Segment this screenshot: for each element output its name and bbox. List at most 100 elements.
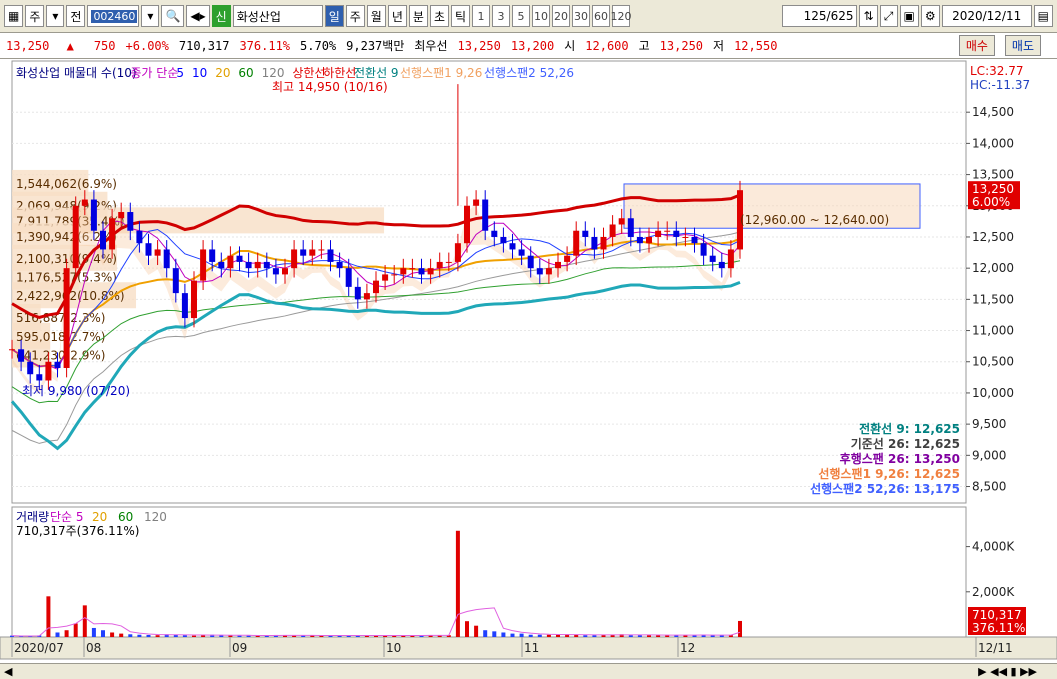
volume-bar — [64, 630, 69, 637]
interval-120[interactable]: 120 — [611, 5, 632, 27]
volume-bar — [73, 623, 78, 637]
interval-10[interactable]: 10 — [532, 5, 551, 27]
low-label: 저 — [713, 39, 725, 53]
interval-5[interactable]: 5 — [512, 5, 531, 27]
x-tick-label: 11 — [524, 641, 539, 655]
volume-bar — [255, 635, 260, 637]
legend-entry: 하한선 — [323, 66, 356, 80]
y-tick-label: 8,500 — [972, 480, 1006, 494]
interval-1[interactable]: 1 — [472, 5, 491, 27]
volume-y-tick-label: 2,000K — [972, 585, 1015, 599]
volume-legend-entry: 단순 5 — [50, 510, 84, 524]
navigation-icons[interactable]: ▶ ◀◀ ▮ ▶▶ — [978, 665, 1037, 678]
candle-body — [636, 236, 643, 244]
candle-body — [272, 268, 279, 275]
stock-code-input[interactable]: 002460 — [87, 5, 140, 27]
candle-body — [218, 261, 225, 269]
volume-legend-entry: 60 — [118, 510, 133, 524]
current-change-tag-label: 6.00% — [972, 195, 1010, 209]
ichimoku-value: 후행스팬 26: 13,250 — [840, 451, 960, 466]
tab-month[interactable]: 월 — [366, 5, 386, 27]
tab-tick[interactable]: 틱 — [450, 5, 471, 27]
tab-year[interactable]: 년 — [387, 5, 407, 27]
tab-week[interactable]: 주 — [345, 5, 365, 27]
y-tick-label: 14,000 — [972, 136, 1014, 150]
prev-button[interactable]: 전 — [66, 5, 86, 27]
volume-bar — [647, 635, 651, 637]
legend-entry: 20 — [215, 66, 230, 80]
candle-body — [309, 249, 316, 256]
tab-second[interactable]: 초 — [429, 5, 449, 27]
tab-day[interactable]: 일 — [324, 5, 344, 27]
x-tick-label: 12/11 — [978, 641, 1013, 655]
candle-body — [354, 286, 361, 300]
current-price: 13,250 ▲ — [6, 38, 74, 53]
volume-bar — [146, 634, 151, 637]
main-button[interactable]: 주 — [25, 5, 45, 27]
calendar-icon[interactable]: ▤ — [1033, 5, 1053, 27]
candle-body — [591, 236, 598, 250]
volume-bar — [546, 634, 551, 637]
candle-body — [145, 243, 152, 256]
y-tick-label: 12,000 — [972, 261, 1014, 275]
candle-body — [245, 261, 252, 269]
volume-bar — [528, 634, 533, 637]
candle-body — [291, 249, 298, 269]
tools-icon[interactable]: ⤢ — [879, 5, 898, 27]
candle-body — [363, 293, 370, 300]
volume-bar — [637, 635, 642, 637]
gear-icon[interactable]: ⚙ — [920, 5, 940, 27]
best-quote-label: 최우선 — [414, 39, 448, 53]
candle-body — [172, 268, 179, 294]
credit-badge: 신 — [211, 5, 231, 27]
volume-bar — [82, 605, 87, 637]
chart-area[interactable]: 14,50014,00013,50013,00012,50012,00011,5… — [0, 59, 1057, 663]
tab-minute[interactable]: 분 — [408, 5, 428, 27]
interval-30[interactable]: 30 — [572, 5, 591, 27]
ichimoku-value: 선행스팬1 9,26: 12,625 — [818, 466, 960, 481]
volume-profile-label: 1,544,062(6.9%) — [16, 177, 117, 191]
volume-bar — [628, 635, 633, 637]
candle-body — [691, 236, 698, 244]
x-tick-label: 12 — [680, 641, 695, 655]
search-icon[interactable]: 🔍 — [161, 5, 185, 27]
dropdown-arrow-icon[interactable]: ▾ — [46, 5, 65, 27]
scroll-left-icon[interactable]: ◀ — [4, 665, 12, 678]
legend-entry: 선행스팬2 52,26 — [484, 65, 574, 80]
candle-body — [136, 230, 143, 244]
candle-body — [45, 361, 52, 381]
volume-bar — [46, 596, 51, 637]
candle-body — [618, 218, 625, 225]
volume-panel-frame — [11, 506, 967, 638]
date-field[interactable]: 2020/12/11 — [941, 5, 1032, 27]
speaker-icon[interactable]: ◀▸ — [186, 5, 210, 27]
pin-icon[interactable]: ⇅ — [859, 5, 878, 27]
menu-icon[interactable]: ▦ — [4, 5, 24, 27]
open-price: 12,600 — [585, 38, 629, 53]
code-dropdown-icon[interactable]: ▾ — [141, 5, 160, 27]
buy-button[interactable]: 매수 — [958, 35, 995, 56]
legend-entry: 상한선 — [292, 66, 325, 80]
candle-body — [63, 268, 70, 368]
candle-body — [163, 249, 170, 269]
count-display[interactable]: 125/625 — [782, 5, 858, 27]
x-tick-label: 2020/07 — [14, 641, 64, 655]
current-price-tag-label: 13,250 — [972, 182, 1014, 196]
interval-3[interactable]: 3 — [492, 5, 511, 27]
save-icon[interactable]: ▣ — [899, 5, 919, 27]
stock-chart[interactable]: 14,50014,00013,50013,00012,50012,00011,5… — [0, 59, 1057, 663]
turnover: 5.70% — [300, 38, 337, 53]
candle-body — [682, 236, 689, 238]
y-tick-label: 9,500 — [972, 417, 1006, 431]
status-bar: ◀ ▶ ◀◀ ▮ ▶▶ — [0, 663, 1057, 679]
candle-body — [709, 255, 716, 262]
interval-60[interactable]: 60 — [592, 5, 611, 27]
toolbar: ▦ 주 ▾ 전 002460 ▾ 🔍 ◀▸ 신 화성산업 일 주 월 년 분 초… — [0, 0, 1057, 33]
candle-body — [646, 236, 652, 244]
volume-bar — [465, 621, 469, 637]
sell-button[interactable]: 매도 — [1004, 35, 1041, 56]
interval-20[interactable]: 20 — [552, 5, 571, 27]
volume-bar — [474, 625, 479, 637]
volume-legend-entry: 120 — [144, 510, 167, 524]
candle-body — [227, 255, 234, 269]
